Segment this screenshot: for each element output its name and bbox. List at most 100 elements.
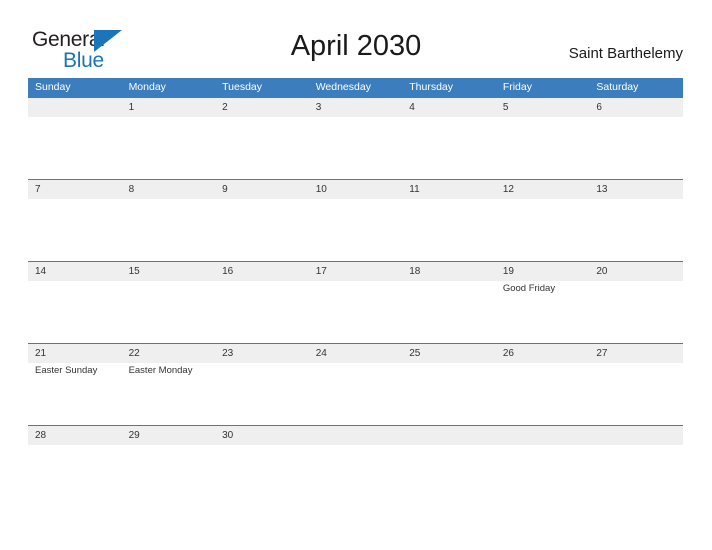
day-cell[interactable]: [589, 363, 683, 425]
calendar-table: Sunday Monday Tuesday Wednesday Thursday…: [28, 78, 683, 465]
day-cell[interactable]: [589, 199, 683, 261]
day-number[interactable]: 20: [589, 262, 683, 281]
location-label: Saint Barthelemy: [568, 45, 683, 62]
calendar-page: General Blue April 2030 Saint Barthelemy…: [0, 0, 712, 550]
day-cell[interactable]: [28, 199, 122, 261]
day-cell[interactable]: [402, 199, 496, 261]
calendar-week-row: 14 15 16 17 18 19 20 Good Friday: [28, 261, 683, 343]
calendar-week-row: 7 8 9 10 11 12 13: [28, 179, 683, 261]
day-number[interactable]: 13: [589, 180, 683, 199]
day-cell[interactable]: [28, 117, 122, 179]
day-cell[interactable]: [309, 199, 403, 261]
day-number[interactable]: 5: [496, 98, 590, 117]
day-number[interactable]: [402, 426, 496, 445]
calendar-week-row: 28 29 30: [28, 425, 683, 465]
day-number[interactable]: 14: [28, 262, 122, 281]
day-cell[interactable]: [402, 281, 496, 343]
day-cell[interactable]: [589, 117, 683, 179]
day-cell[interactable]: [215, 281, 309, 343]
day-number[interactable]: 16: [215, 262, 309, 281]
day-cell[interactable]: [122, 281, 216, 343]
day-cell[interactable]: [589, 445, 683, 465]
event-label: Easter Monday: [128, 365, 193, 376]
week-event-area: [28, 117, 683, 179]
day-cell[interactable]: [28, 281, 122, 343]
day-header-wednesday: Wednesday: [315, 81, 371, 93]
day-number[interactable]: 18: [402, 262, 496, 281]
week-date-band: 7 8 9 10 11 12 13: [28, 180, 683, 199]
week-date-band: 1 2 3 4 5 6: [28, 98, 683, 117]
day-number[interactable]: [496, 426, 590, 445]
week-date-band: 14 15 16 17 18 19 20: [28, 262, 683, 281]
day-cell[interactable]: [309, 445, 403, 465]
day-number[interactable]: 17: [309, 262, 403, 281]
week-date-band: 21 22 23 24 25 26 27: [28, 344, 683, 363]
day-number[interactable]: 8: [122, 180, 216, 199]
day-number[interactable]: 4: [402, 98, 496, 117]
day-number[interactable]: 27: [589, 344, 683, 363]
day-cell[interactable]: [215, 445, 309, 465]
day-cell[interactable]: [122, 199, 216, 261]
day-cell[interactable]: [496, 199, 590, 261]
day-cell[interactable]: [122, 445, 216, 465]
day-number[interactable]: 21: [28, 344, 122, 363]
day-number[interactable]: 28: [28, 426, 122, 445]
event-label: Good Friday: [502, 283, 556, 294]
day-number[interactable]: 6: [589, 98, 683, 117]
week-date-band: 28 29 30: [28, 426, 683, 445]
day-number[interactable]: [589, 426, 683, 445]
day-cell[interactable]: [402, 117, 496, 179]
day-number[interactable]: 24: [309, 344, 403, 363]
day-number[interactable]: 29: [122, 426, 216, 445]
day-number[interactable]: 19: [496, 262, 590, 281]
day-number[interactable]: 23: [215, 344, 309, 363]
day-cell[interactable]: Good Friday: [496, 281, 590, 343]
day-number[interactable]: 22: [122, 344, 216, 363]
day-cell[interactable]: [402, 363, 496, 425]
day-number[interactable]: 3: [309, 98, 403, 117]
day-cell[interactable]: [402, 445, 496, 465]
day-number[interactable]: 9: [215, 180, 309, 199]
event-label: Easter Sunday: [35, 365, 98, 376]
day-cell[interactable]: [309, 363, 403, 425]
day-header-friday: Friday: [502, 81, 532, 93]
day-cell[interactable]: [496, 117, 590, 179]
day-cell[interactable]: [496, 363, 590, 425]
week-event-area: [28, 445, 683, 465]
day-cell[interactable]: [496, 445, 590, 465]
day-number[interactable]: 12: [496, 180, 590, 199]
day-number[interactable]: 10: [309, 180, 403, 199]
day-number[interactable]: [28, 98, 122, 117]
day-header-saturday: Saturday: [596, 81, 639, 93]
day-header-thursday: Thursday: [409, 81, 454, 93]
day-number[interactable]: 25: [402, 344, 496, 363]
week-event-area: Good Friday: [28, 281, 683, 343]
day-header-tuesday: Tuesday: [222, 81, 263, 93]
day-header-sunday: Sunday: [35, 81, 71, 93]
day-number[interactable]: 15: [122, 262, 216, 281]
day-cell[interactable]: Easter Sunday: [28, 363, 122, 425]
day-header-monday: Monday: [128, 81, 166, 93]
day-number[interactable]: 7: [28, 180, 122, 199]
calendar-week-row: 1 2 3 4 5 6: [28, 97, 683, 179]
day-cell[interactable]: [309, 117, 403, 179]
calendar-week-row: 21 22 23 24 25 26 27 Easter Sunday Easte…: [28, 343, 683, 425]
day-number[interactable]: 30: [215, 426, 309, 445]
week-event-area: Easter Sunday Easter Monday: [28, 363, 683, 425]
day-cell[interactable]: [215, 199, 309, 261]
day-cell[interactable]: [589, 281, 683, 343]
day-cell[interactable]: [309, 281, 403, 343]
day-cell[interactable]: [215, 117, 309, 179]
week-event-area: [28, 199, 683, 261]
day-cell[interactable]: [215, 363, 309, 425]
day-number[interactable]: 1: [122, 98, 216, 117]
day-number[interactable]: [309, 426, 403, 445]
day-number[interactable]: 26: [496, 344, 590, 363]
day-number[interactable]: 11: [402, 180, 496, 199]
day-cell[interactable]: Easter Monday: [122, 363, 216, 425]
calendar-header-row: Sunday Monday Tuesday Wednesday Thursday…: [28, 78, 683, 97]
day-number[interactable]: 2: [215, 98, 309, 117]
day-cell[interactable]: [28, 445, 122, 465]
page-header: General Blue April 2030 Saint Barthelemy: [0, 0, 712, 78]
day-cell[interactable]: [122, 117, 216, 179]
